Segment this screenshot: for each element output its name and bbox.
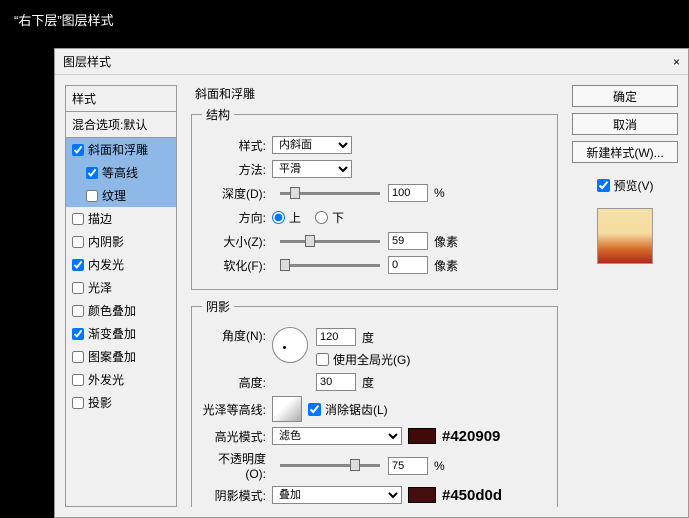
altitude-label: 高度: (202, 374, 266, 391)
shade-group: 阴影 角度(N): 度 使用全局光(G) 高度: (191, 298, 558, 507)
style-checkbox[interactable] (72, 397, 84, 409)
style-item[interactable]: 渐变叠加 (66, 322, 176, 345)
depth-input[interactable] (388, 184, 428, 202)
hl-hex: #420909 (442, 428, 500, 445)
titlebar: 图层样式 × (55, 49, 688, 75)
method-select[interactable]: 平滑 (272, 160, 352, 178)
style-item[interactable]: 等高线 (66, 161, 176, 184)
style-item[interactable]: 外发光 (66, 368, 176, 391)
hl-color-swatch[interactable] (408, 428, 436, 444)
style-checkbox[interactable] (72, 144, 84, 156)
style-item[interactable]: 斜面和浮雕 (66, 138, 176, 161)
style-item-label: 光泽 (88, 279, 112, 296)
soften-slider[interactable] (280, 264, 380, 267)
angle-input[interactable] (316, 328, 356, 346)
style-item[interactable]: 投影 (66, 391, 176, 414)
context-title: “右下层”图层样式 (0, 0, 689, 39)
cancel-button[interactable]: 取消 (572, 113, 678, 135)
bevel-title: 斜面和浮雕 (195, 85, 558, 102)
style-item-label: 内阴影 (88, 233, 124, 250)
style-item-label: 内发光 (88, 256, 124, 273)
soften-unit: 像素 (434, 257, 458, 274)
soften-input[interactable] (388, 256, 428, 274)
style-checkbox[interactable] (86, 190, 98, 202)
style-checkbox[interactable] (72, 259, 84, 271)
method-label: 方法: (202, 161, 266, 178)
style-item-label: 纹理 (102, 187, 126, 204)
altitude-input[interactable] (316, 373, 356, 391)
style-item-label: 外发光 (88, 371, 124, 388)
direction-label: 方向: (202, 209, 266, 226)
style-checkbox[interactable] (72, 282, 84, 294)
dialog-title: 图层样式 (63, 53, 111, 70)
style-item[interactable]: 光泽 (66, 276, 176, 299)
depth-label: 深度(D): (202, 185, 266, 202)
altitude-unit: 度 (362, 374, 374, 391)
style-item[interactable]: 颜色叠加 (66, 299, 176, 322)
style-item[interactable]: 纹理 (66, 184, 176, 207)
preview-checkbox[interactable] (597, 179, 610, 192)
style-item-label: 图案叠加 (88, 348, 136, 365)
style-item[interactable]: 图案叠加 (66, 345, 176, 368)
size-input[interactable] (388, 232, 428, 250)
size-unit: 像素 (434, 233, 458, 250)
style-select[interactable]: 内斜面 (272, 136, 352, 154)
size-label: 大小(Z): (202, 233, 266, 250)
style-checkbox[interactable] (72, 236, 84, 248)
style-label: 样式: (202, 137, 266, 154)
hl-mode-label: 高光模式: (202, 428, 266, 445)
angle-label: 角度(N): (202, 327, 266, 344)
structure-group: 结构 样式: 内斜面 方法: 平滑 深度(D): % 方向: 上 (191, 106, 558, 290)
hl-opacity-slider[interactable] (280, 464, 380, 467)
style-checkbox[interactable] (72, 213, 84, 225)
depth-slider[interactable] (280, 192, 380, 195)
gloss-label: 光泽等高线: (202, 401, 266, 418)
style-checkbox[interactable] (86, 167, 98, 179)
ok-button[interactable]: 确定 (572, 85, 678, 107)
hl-opacity-label: 不透明度(O): (202, 450, 266, 481)
layer-style-dialog: 图层样式 × 样式 混合选项:默认 斜面和浮雕等高线纹理描边内阴影内发光光泽颜色… (54, 48, 689, 518)
sh-mode-label: 阴影模式: (202, 487, 266, 504)
soften-label: 软化(F): (202, 257, 266, 274)
hl-opacity-input[interactable] (388, 457, 428, 475)
new-style-button[interactable]: 新建样式(W)... (572, 141, 678, 163)
structure-legend: 结构 (202, 106, 234, 123)
close-icon[interactable]: × (673, 55, 680, 69)
hl-mode-select[interactable]: 滤色 (272, 427, 402, 445)
style-checkbox[interactable] (72, 374, 84, 386)
size-slider[interactable] (280, 240, 380, 243)
angle-unit: 度 (362, 329, 374, 346)
style-item[interactable]: 内发光 (66, 253, 176, 276)
shade-legend: 阴影 (202, 298, 234, 315)
depth-unit: % (434, 186, 445, 200)
hl-opacity-unit: % (434, 459, 445, 473)
settings-panel: 斜面和浮雕 结构 样式: 内斜面 方法: 平滑 深度(D): % (187, 85, 562, 507)
sh-mode-select[interactable]: 叠加 (272, 486, 402, 504)
style-item-label: 等高线 (102, 164, 138, 181)
sh-color-swatch[interactable] (408, 487, 436, 503)
style-checkbox[interactable] (72, 328, 84, 340)
style-item[interactable]: 内阴影 (66, 230, 176, 253)
style-checkbox[interactable] (72, 305, 84, 317)
style-item-label: 渐变叠加 (88, 325, 136, 342)
styles-panel: 样式 混合选项:默认 斜面和浮雕等高线纹理描边内阴影内发光光泽颜色叠加渐变叠加图… (65, 85, 177, 507)
style-item-label: 投影 (88, 394, 112, 411)
style-checkbox[interactable] (72, 351, 84, 363)
antialias-checkbox[interactable] (308, 403, 321, 416)
styles-header[interactable]: 样式 (66, 86, 176, 112)
blend-options[interactable]: 混合选项:默认 (66, 112, 176, 138)
style-item[interactable]: 描边 (66, 207, 176, 230)
global-light-checkbox[interactable] (316, 353, 329, 366)
style-item-label: 斜面和浮雕 (88, 141, 148, 158)
gloss-contour[interactable] (272, 396, 302, 422)
direction-up[interactable] (272, 211, 285, 224)
preview-thumbnail (597, 208, 653, 264)
angle-dial[interactable] (272, 327, 308, 363)
style-item-label: 颜色叠加 (88, 302, 136, 319)
sh-hex: #450d0d (442, 487, 502, 504)
direction-down[interactable] (315, 211, 328, 224)
right-panel: 确定 取消 新建样式(W)... 预览(V) (572, 85, 678, 507)
style-item-label: 描边 (88, 210, 112, 227)
